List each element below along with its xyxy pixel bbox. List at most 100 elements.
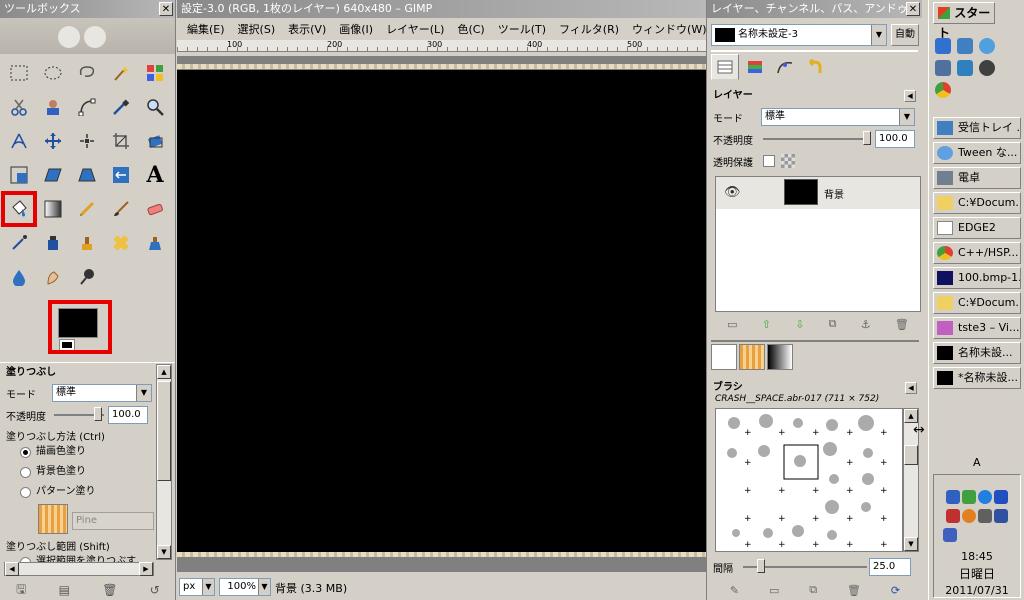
ie-icon[interactable] (935, 38, 951, 54)
eraser-icon[interactable] (138, 192, 172, 226)
chevron-down-icon[interactable]: ▼ (202, 579, 214, 595)
lower-layer-icon[interactable]: ⇩ (795, 318, 804, 331)
spacing-input[interactable]: 25.0 (869, 558, 911, 576)
scroll-right-icon[interactable]: ▶ (139, 562, 153, 576)
scroll-thumb[interactable] (904, 445, 918, 465)
zoom-select[interactable]: 100% ▼ (219, 578, 271, 596)
chevron-down-icon[interactable]: ▼ (136, 385, 151, 401)
task-button[interactable]: *名称未設... (933, 367, 1021, 389)
restore-preset-icon[interactable]: ▤ (59, 583, 70, 597)
task-button[interactable]: Tween な... (933, 142, 1021, 164)
select-by-color-icon[interactable] (138, 56, 172, 90)
monitor-icon[interactable] (978, 509, 992, 523)
tab-patterns-icon[interactable] (739, 344, 765, 370)
scroll-up-icon[interactable]: ▲ (904, 409, 918, 423)
security-icon[interactable] (946, 509, 960, 523)
close-icon[interactable]: ✕ (159, 2, 173, 16)
scale-icon[interactable] (2, 158, 36, 192)
zoom-icon[interactable] (138, 90, 172, 124)
task-button[interactable]: EDGE2 (933, 217, 1021, 239)
options-hscrollbar[interactable]: ◀ ▶ (4, 562, 154, 576)
spacing-thumb[interactable] (757, 559, 765, 573)
measure-icon[interactable] (2, 124, 36, 158)
toolbox-titlebar[interactable]: ツールボックス ✕ (0, 0, 175, 18)
edit-brush-icon[interactable]: ✎ (730, 584, 739, 597)
clock-time[interactable]: 18:45 (934, 550, 1020, 563)
layers-list[interactable]: 👁 背景 (715, 176, 921, 312)
unit-select[interactable]: px ▼ (179, 578, 215, 596)
crop-icon[interactable] (104, 124, 138, 158)
auto-button[interactable]: 自動 (891, 24, 919, 46)
scissors-icon[interactable] (2, 90, 36, 124)
bluetooth-icon[interactable] (994, 490, 1008, 504)
delete-layer-icon[interactable]: 🗑 (895, 318, 909, 331)
scroll-down-icon[interactable]: ▼ (157, 545, 171, 559)
chevron-down-icon[interactable]: ▼ (258, 579, 270, 595)
fill-bg-radio[interactable]: 背景色塗り (0, 462, 175, 482)
opacity-slider-thumb[interactable] (94, 407, 102, 421)
tab-channels-icon[interactable] (741, 54, 769, 80)
dodge-burn-icon[interactable] (70, 260, 104, 294)
chevron-down-icon[interactable]: ▼ (871, 25, 886, 45)
perspective-clone-icon[interactable] (138, 226, 172, 260)
menu-color[interactable]: 色(C) (457, 21, 484, 37)
heal-icon[interactable] (104, 226, 138, 260)
fill-fg-radio[interactable]: 描画色塗り (0, 442, 175, 462)
shear-icon[interactable] (36, 158, 70, 192)
layer-opacity-track[interactable] (763, 138, 871, 140)
globe-icon[interactable] (979, 38, 995, 54)
flip-icon[interactable] (104, 158, 138, 192)
pencil-icon[interactable] (70, 192, 104, 226)
update-icon[interactable] (962, 509, 976, 523)
canvas[interactable] (177, 70, 706, 554)
align-icon[interactable] (70, 124, 104, 158)
fuzzy-select-icon[interactable] (104, 56, 138, 90)
chevron-down-icon[interactable]: ▼ (899, 109, 914, 125)
image-selector[interactable]: 名称未設定-3 ▼ (711, 24, 887, 46)
perspective-icon[interactable] (70, 158, 104, 192)
task-button[interactable]: 受信トレイ ... (933, 117, 1021, 139)
rect-select-icon[interactable] (2, 56, 36, 90)
paths-icon[interactable] (70, 90, 104, 124)
blend-icon[interactable] (36, 192, 70, 226)
radio-dot[interactable] (20, 487, 31, 498)
tab-gradients-icon[interactable] (767, 344, 793, 370)
tab-paths-icon[interactable] (771, 54, 799, 80)
duplicate-brush-icon[interactable]: ⧉ (809, 583, 817, 597)
layer-row[interactable]: 👁 背景 (716, 177, 920, 209)
scroll-down-icon[interactable]: ▼ (904, 537, 918, 551)
move-icon[interactable] (36, 124, 70, 158)
raise-layer-icon[interactable]: ⇧ (762, 318, 771, 331)
volume-icon[interactable] (962, 490, 976, 504)
menu-window[interactable]: ウィンドウ(W) (632, 21, 706, 37)
messenger-icon[interactable] (978, 490, 992, 504)
ink-icon[interactable] (36, 226, 70, 260)
paintbrush-icon[interactable] (104, 192, 138, 226)
app-icon[interactable] (935, 60, 951, 76)
media-icon[interactable] (979, 60, 995, 76)
task-button[interactable]: 電卓 (933, 167, 1021, 189)
new-layer-icon[interactable]: ▭ (727, 318, 737, 331)
menu-tools[interactable]: ツール(T) (498, 21, 546, 37)
panel-menu-icon[interactable]: ◀ (904, 90, 916, 102)
network-icon[interactable] (946, 490, 960, 504)
anchor-icon[interactable]: ⚓ (861, 318, 871, 331)
image-titlebar[interactable]: 設定-3.0 (RGB, 1枚のレイヤー) 640x480 – GIMP (177, 0, 706, 18)
ime-indicator[interactable]: A (973, 456, 981, 469)
chrome-icon[interactable] (935, 82, 951, 98)
task-button[interactable]: C++/HSP... (933, 242, 1021, 264)
new-brush-icon[interactable]: ▭ (769, 584, 779, 597)
blur-icon[interactable] (2, 260, 36, 294)
tray-app-icon[interactable] (994, 509, 1008, 523)
brush-grid[interactable]: + + + + + + + + + + + + + + + + + + + + + + + (715, 408, 903, 552)
battery-icon[interactable] (943, 528, 957, 542)
task-button[interactable]: 100.bmp-1... (933, 267, 1021, 289)
menu-edit[interactable]: 編集(E) (187, 21, 225, 37)
panel-menu-icon[interactable]: ◀ (905, 382, 917, 394)
delete-brush-icon[interactable]: 🗑 (847, 584, 861, 597)
task-button[interactable]: tste3 – Vi... (933, 317, 1021, 339)
menu-layer[interactable]: レイヤー(L) (386, 21, 444, 37)
wilber-drop-area[interactable] (0, 18, 175, 54)
clone-icon[interactable] (70, 226, 104, 260)
airbrush-icon[interactable] (2, 226, 36, 260)
